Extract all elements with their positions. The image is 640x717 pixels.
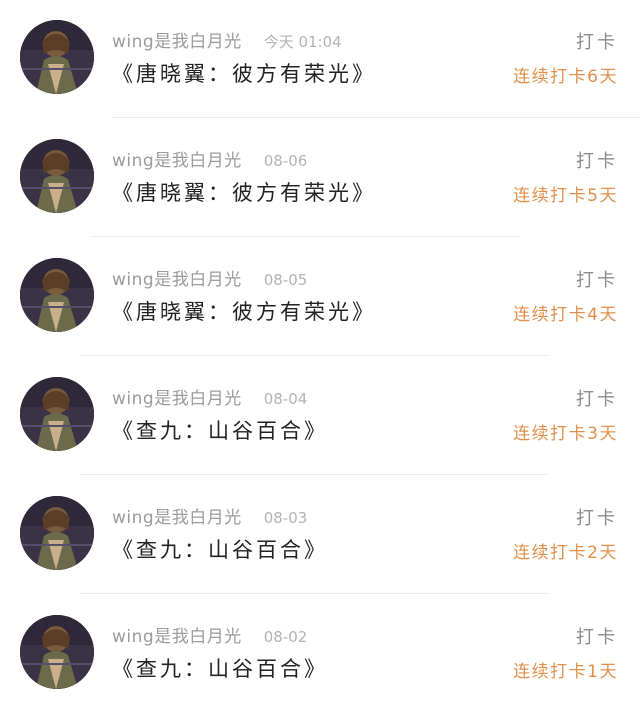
book-title[interactable]: 《查九：山谷百合》: [112, 534, 328, 566]
post-time: 08-06: [263, 152, 308, 170]
checkin-button[interactable]: 打卡: [576, 623, 618, 649]
book-title[interactable]: 《查九：山谷百合》: [112, 653, 328, 685]
avatar-image: [20, 139, 94, 213]
divider: [80, 474, 550, 475]
feed-item[interactable]: wing是我白月光 08-04 《查九：山谷百合》 打卡 连续打卡3天: [0, 357, 640, 476]
post-time: 今天 01:04: [263, 33, 342, 51]
post-meta: wing是我白月光 今天 01:04: [112, 30, 342, 54]
username[interactable]: wing是我白月光: [112, 627, 242, 647]
post-time: 08-04: [263, 390, 308, 408]
streak-label: 连续打卡6天: [513, 67, 618, 87]
book-title[interactable]: 《唐晓翼：彼方有荣光》: [112, 177, 376, 209]
username[interactable]: wing是我白月光: [112, 270, 242, 290]
feed-item[interactable]: wing是我白月光 08-03 《查九：山谷百合》 打卡 连续打卡2天: [0, 476, 640, 595]
checkin-button[interactable]: 打卡: [576, 147, 618, 173]
post-meta: wing是我白月光 08-04: [112, 387, 307, 411]
post-meta: wing是我白月光 08-03: [112, 506, 307, 530]
username[interactable]: wing是我白月光: [112, 32, 242, 52]
avatar[interactable]: [20, 258, 94, 332]
divider: [80, 355, 550, 356]
post-time: 08-02: [263, 628, 308, 646]
divider: [90, 236, 520, 237]
feed-item[interactable]: wing是我白月光 08-06 《唐晓翼：彼方有荣光》 打卡 连续打卡5天: [0, 119, 640, 238]
streak-label: 连续打卡3天: [513, 424, 618, 444]
avatar[interactable]: [20, 139, 94, 213]
avatar-image: [20, 496, 94, 570]
avatar[interactable]: [20, 615, 94, 689]
feed-item[interactable]: wing是我白月光 08-02 《查九：山谷百合》 打卡 连续打卡1天: [0, 595, 640, 714]
avatar-image: [20, 615, 94, 689]
checkin-button[interactable]: 打卡: [576, 385, 618, 411]
divider: [80, 593, 550, 594]
avatar-image: [20, 258, 94, 332]
book-title[interactable]: 《唐晓翼：彼方有荣光》: [112, 58, 376, 90]
book-title[interactable]: 《查九：山谷百合》: [112, 415, 328, 447]
post-time: 08-03: [263, 509, 308, 527]
streak-label: 连续打卡2天: [513, 543, 618, 563]
post-meta: wing是我白月光 08-05: [112, 268, 307, 292]
avatar[interactable]: [20, 20, 94, 94]
username[interactable]: wing是我白月光: [112, 151, 242, 171]
divider: [112, 117, 640, 118]
username[interactable]: wing是我白月光: [112, 508, 242, 528]
post-time: 08-05: [263, 271, 308, 289]
feed-item[interactable]: wing是我白月光 08-05 《唐晓翼：彼方有荣光》 打卡 连续打卡4天: [0, 238, 640, 357]
checkin-button[interactable]: 打卡: [576, 266, 618, 292]
feed-item[interactable]: wing是我白月光 今天 01:04 《唐晓翼：彼方有荣光》 打卡 连续打卡6天: [0, 0, 640, 119]
book-title[interactable]: 《唐晓翼：彼方有荣光》: [112, 296, 376, 328]
avatar[interactable]: [20, 496, 94, 570]
post-meta: wing是我白月光 08-02: [112, 625, 307, 649]
avatar-image: [20, 377, 94, 451]
username[interactable]: wing是我白月光: [112, 389, 242, 409]
checkin-button[interactable]: 打卡: [576, 28, 618, 54]
checkin-button[interactable]: 打卡: [576, 504, 618, 530]
avatar-image: [20, 20, 94, 94]
avatar[interactable]: [20, 377, 94, 451]
post-meta: wing是我白月光 08-06: [112, 149, 307, 173]
streak-label: 连续打卡1天: [513, 662, 618, 682]
streak-label: 连续打卡5天: [513, 186, 618, 206]
checkin-feed: wing是我白月光 今天 01:04 《唐晓翼：彼方有荣光》 打卡 连续打卡6天 …: [0, 0, 640, 717]
streak-label: 连续打卡4天: [513, 305, 618, 325]
